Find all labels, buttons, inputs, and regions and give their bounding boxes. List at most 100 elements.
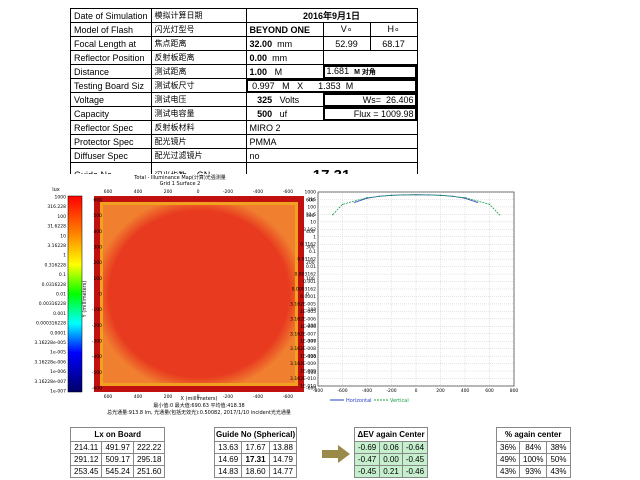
plot-x-tick: -400 [362,388,372,394]
series-point-vertical [366,197,368,199]
gn-cell-center: 17.31 [241,453,270,466]
gn-cell: 14.83 [213,465,243,478]
distance-label: Distance [70,64,152,79]
board-x: X [297,80,304,91]
distance-cn: 测试距离 [150,64,247,79]
flux-cell: Flux = 1009.98 [322,106,418,121]
gn-cell: 17.67 [241,441,270,454]
board-cn: 测试板尺寸 [150,78,247,93]
plot-y-tick: 3.162E-005 [290,301,316,307]
sim-svg: Total - Illuminance Map(计算)光强测量 Grid 1 S… [34,174,519,416]
lx-cell: 222.22 [132,441,166,454]
legend-h-label: Horizontal [346,398,372,404]
refl-spec-label: Reflector Spec [70,120,152,135]
map-y-tick: 0 [99,292,102,298]
plot-y-tick: 1E-006 [300,324,316,330]
gn-cell: 13.88 [268,441,298,454]
prot-label: Protector Spec [70,134,152,149]
legend-labels: 1000 316.228 100 31.6228 10 3.16228 1 0.316228 0… [34,195,66,395]
plot-x-ticks: -800 -600 -400 -200 0 200 400 600 800 [313,388,519,394]
map-y-tick: -500 [92,370,102,376]
legend-label: 0.0001 [50,330,66,336]
voltage-label: Voltage [70,92,152,107]
voltage-cn: 测试电压 [150,92,247,107]
delta-ev-header: ΔEV again Center [353,427,429,442]
series-point-vertical [488,203,491,205]
legend-label: 1e-005 [50,350,66,356]
board-w-unit: M [282,80,290,91]
map-x-tick: 400 [134,189,143,195]
plot-y-tick: 1E-008 [300,354,316,360]
refl-spec-value: MIRO 2 [245,120,418,135]
ws-value: 26.406 [386,94,414,105]
refl-pos-cn: 反射板距离 [150,50,247,65]
legend-label: 1 [63,253,66,259]
gn-cell: 14.77 [268,465,298,478]
capacity-unit: uf [279,108,288,119]
legend-v-label: Vertical [390,398,409,404]
pct-cell: 36% [495,441,521,454]
prot-cn: 配光镜片 [150,134,247,149]
lx-cell: 291.12 [69,453,103,466]
map-y-tick: -300 [92,339,102,345]
legend-label: 1e-006 [50,369,66,375]
lx-cell: 491.97 [101,441,134,454]
lx-board-header: Lx on Board [69,427,166,442]
series-point-vertical [439,194,442,196]
plot-x-tick: 200 [436,388,445,394]
capacity-cell: 500 uf [245,106,324,121]
legend-label: 3.16228e-007 [34,379,66,385]
spec-table: Date of Simulation 模拟计算日期 2016年9月1日 Mode… [70,8,418,188]
map-x-tick-bottom: 400 [134,394,143,400]
plot-y-tick: 1E-007 [300,339,316,345]
date-label: Date of Simulation [70,8,152,23]
gn-cell: 14.69 [213,453,243,466]
pct-cell: 38% [546,441,571,454]
model-value: BEYOND ONE [245,22,324,37]
focal-cn: 焦点距离 [150,36,247,51]
refl-pos-empty [322,50,418,65]
percent-table: % again center 36% 84% 38% 49% 100% 50% 43% 9… [495,427,571,478]
map-y-tick: 400 [93,229,102,235]
plot-y-tick: 3.162 [303,227,316,233]
ev-cell: -0.69 [353,441,381,454]
plot-y-tick: 0.003162 [295,272,317,278]
plot-y-tick: 3.162E-006 [290,316,316,322]
plot-x-tick: 600 [485,388,494,394]
plot-y-tick: 3.162E-007 [290,331,316,337]
map-y-tick: 300 [93,245,102,251]
plot-y-tick: 1000 [305,190,317,196]
map-x-tick: 600 [104,189,113,195]
map-x-tick-bottom: 200 [164,394,173,400]
v-value: 52.99 [322,36,371,51]
sim-footer-2: 总光通量:913.8 lm, 光通量(包括无效光):0.50082, 2017/… [107,409,291,416]
capacity-label: Capacity [70,106,152,121]
legend-label: 3.16228e-005 [34,340,66,346]
ev-cell: -0.45 [353,465,381,478]
plot-y-tick: 1E-009 [300,369,316,375]
voltage-value: 325 [257,94,273,105]
diag-cell: 1.681 M 对角 [322,64,418,79]
series-point-vertical [415,194,417,196]
sim-unit: lux [52,187,60,193]
refl-spec-cn: 反射板材料 [150,120,247,135]
gn-cell: 14.79 [268,453,298,466]
map-x-tick: -600 [283,189,293,195]
plot-y-tick: 1E-005 [300,309,316,315]
focal-value: 32.00 [249,38,273,49]
v-label: V∘ [322,22,371,37]
map-y-tick: -400 [92,354,102,360]
plot-y-tick: 0.0001 [300,294,316,300]
legend-label: 31.6228 [47,224,66,230]
lx-cell: 295.18 [132,453,166,466]
legend-label: 0.01 [56,292,66,298]
legend-label: 0.1 [59,272,66,278]
capacity-value: 500 [257,108,273,119]
sim-title: Total - Illuminance Map(计算)光强测量 [133,174,226,181]
ev-cell: -0.47 [353,453,381,466]
series-point-horizontal [476,201,478,204]
board-h-unit: M [345,80,354,91]
plot-y-tick: 0.0003162 [292,287,316,293]
plot-y-tick: 100 [307,204,316,210]
legend-label: 0.001 [53,311,66,317]
